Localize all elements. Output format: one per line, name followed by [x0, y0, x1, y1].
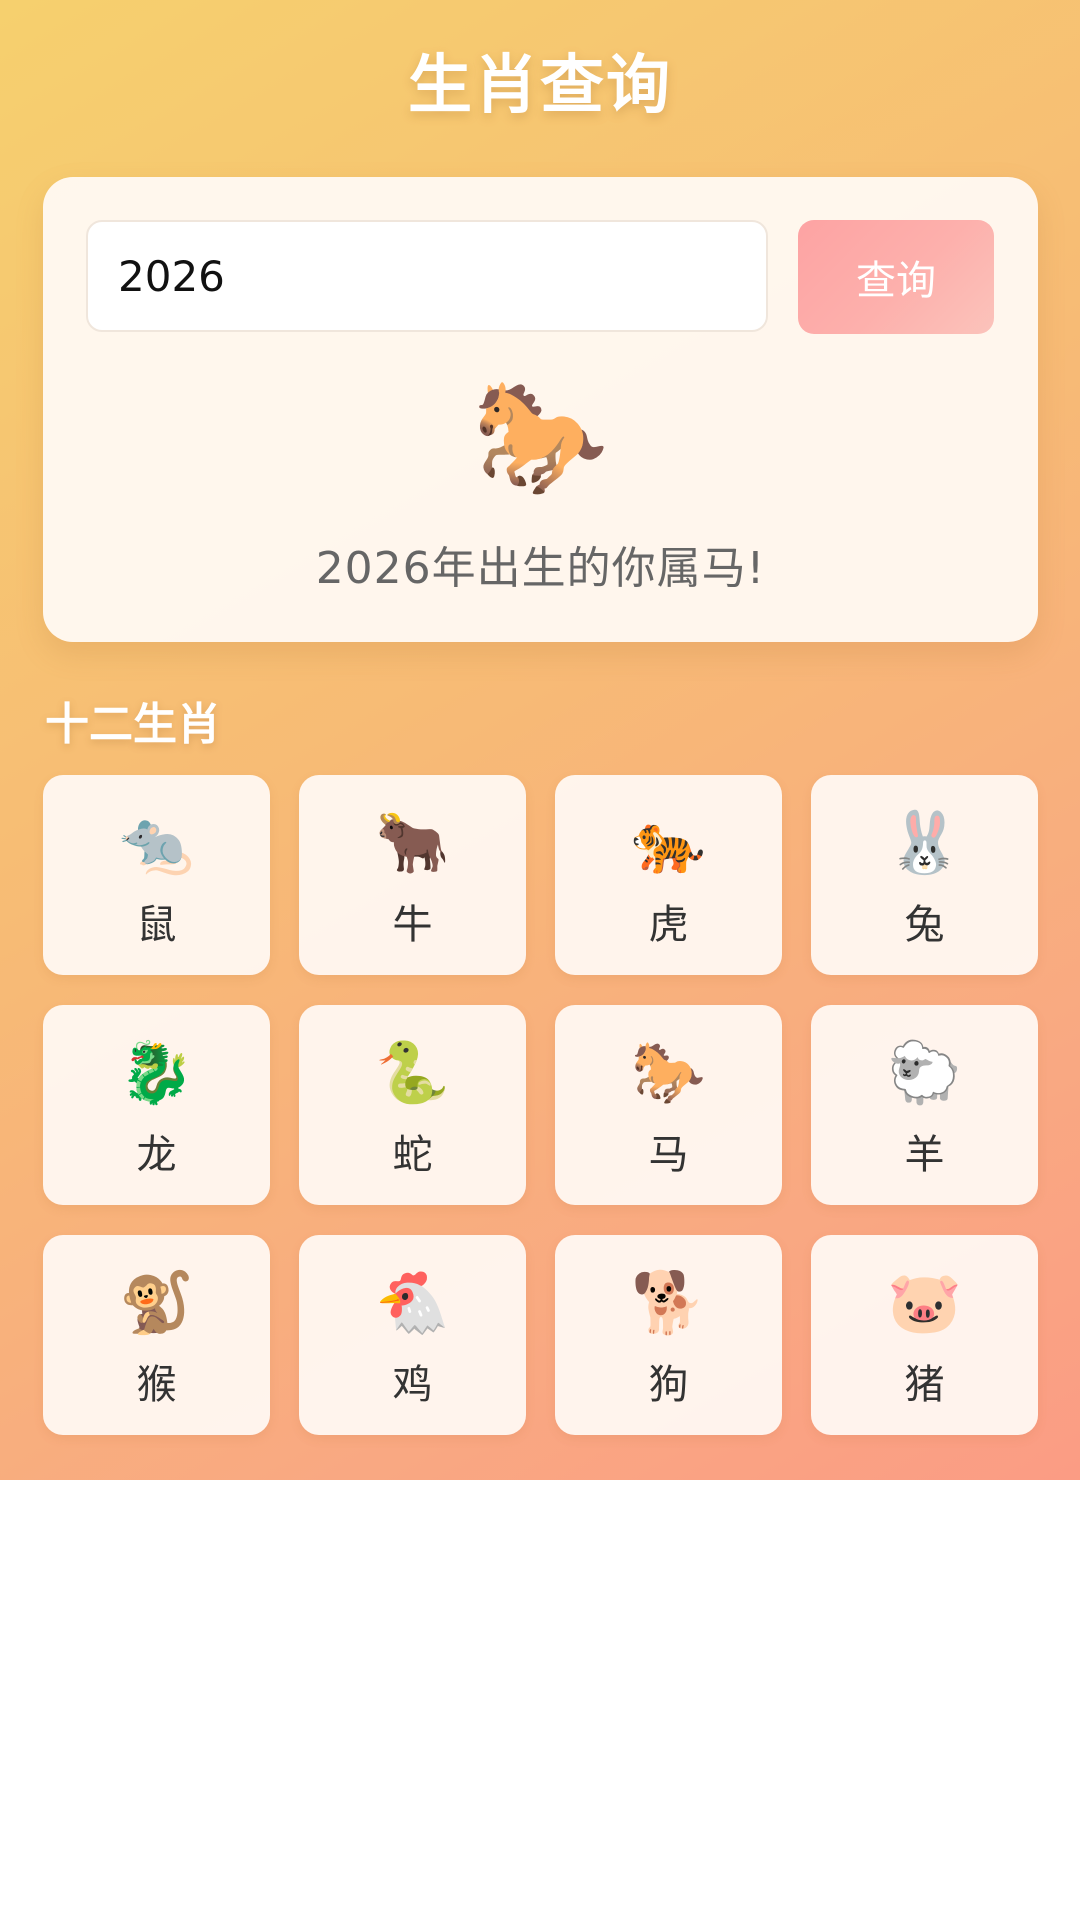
zodiac-card-sheep[interactable]: 🐑 羊 [811, 1005, 1038, 1205]
zodiac-card-horse[interactable]: 🐎 马 [555, 1005, 782, 1205]
zodiac-name: 羊 [904, 1132, 945, 1178]
section-title: 十二生肖 [45, 699, 221, 750]
zodiac-card-dragon[interactable]: 🐉 龙 [43, 1005, 270, 1205]
rooster-icon: 🐔 [375, 1268, 450, 1338]
zodiac-name: 龙 [136, 1132, 177, 1178]
zodiac-name: 蛇 [392, 1132, 433, 1178]
zodiac-name: 鼠 [136, 902, 177, 948]
zodiac-card-rooster[interactable]: 🐔 鸡 [299, 1235, 526, 1435]
rabbit-icon: 🐰 [887, 808, 962, 878]
zodiac-card-rat[interactable]: 🐀 鼠 [43, 775, 270, 975]
zodiac-name: 狗 [648, 1362, 689, 1408]
zodiac-card-rabbit[interactable]: 🐰 兔 [811, 775, 1038, 975]
zodiac-name: 鸡 [392, 1362, 433, 1408]
page-title: 生肖查询 [408, 49, 672, 123]
monkey-icon: 🐒 [119, 1268, 194, 1338]
rat-icon: 🐀 [119, 808, 194, 878]
zodiac-name: 牛 [392, 902, 433, 948]
zodiac-name: 虎 [648, 902, 689, 948]
dog-icon: 🐕 [631, 1268, 706, 1338]
dragon-icon: 🐉 [119, 1038, 194, 1108]
pig-icon: 🐷 [887, 1268, 962, 1338]
zodiac-name: 兔 [904, 902, 945, 948]
zodiac-name: 猪 [904, 1362, 945, 1408]
zodiac-name: 猴 [136, 1362, 177, 1408]
tiger-icon: 🐅 [631, 808, 706, 878]
query-button[interactable]: 查询 [798, 220, 994, 334]
horse-icon: 🐎 [472, 373, 609, 501]
result-text: 2026年出生的你属马! [315, 543, 766, 594]
zodiac-card-dog[interactable]: 🐕 狗 [555, 1235, 782, 1435]
zodiac-card-pig[interactable]: 🐷 猪 [811, 1235, 1038, 1435]
query-card: 查询 🐎 2026年出生的你属马! [43, 177, 1038, 642]
year-input[interactable] [86, 220, 768, 332]
ox-icon: 🐂 [375, 808, 450, 878]
zodiac-card-monkey[interactable]: 🐒 猴 [43, 1235, 270, 1435]
horse-icon: 🐎 [631, 1038, 706, 1108]
app-background: 生肖查询 查询 🐎 2026年出生的你属马! 十二生肖 🐀 鼠 🐂 牛 🐅 虎 … [0, 0, 1080, 1480]
zodiac-card-snake[interactable]: 🐍 蛇 [299, 1005, 526, 1205]
sheep-icon: 🐑 [887, 1038, 962, 1108]
zodiac-card-ox[interactable]: 🐂 牛 [299, 775, 526, 975]
zodiac-name: 马 [648, 1132, 689, 1178]
snake-icon: 🐍 [375, 1038, 450, 1108]
zodiac-card-tiger[interactable]: 🐅 虎 [555, 775, 782, 975]
